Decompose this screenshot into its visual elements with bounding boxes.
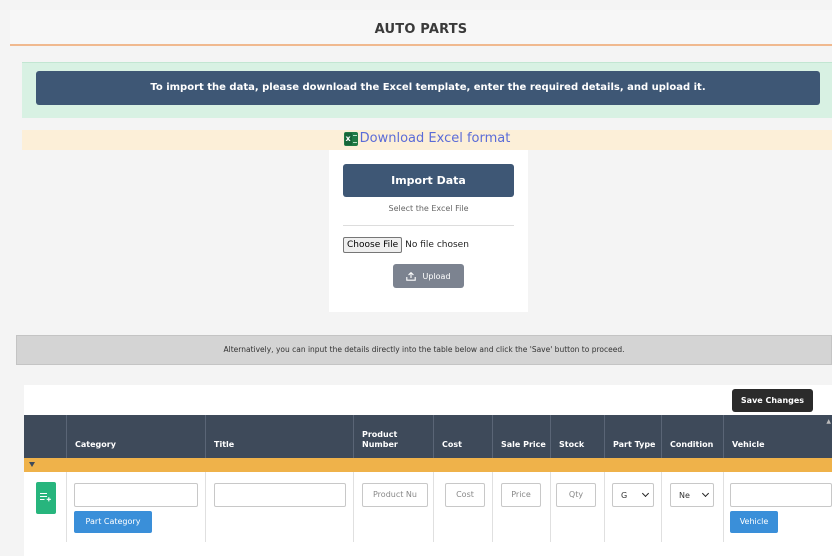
divider — [433, 472, 434, 542]
file-input[interactable]: Choose File No file chosen — [343, 237, 469, 253]
table-header: Category Title Product Number Cost Sale … — [24, 415, 832, 458]
download-bar: x Download Excel format — [22, 130, 832, 150]
part-type-select[interactable]: G — [612, 483, 654, 507]
divider — [343, 225, 514, 226]
list-add-icon — [40, 492, 51, 502]
chevron-down-icon — [701, 489, 710, 498]
condition-select[interactable]: Ne — [670, 483, 714, 507]
condition-value: Ne — [679, 490, 690, 500]
column-header-part-type[interactable]: Part Type — [604, 415, 661, 458]
add-row-button[interactable] — [36, 482, 56, 514]
divider — [550, 472, 551, 542]
import-data-button[interactable]: Import Data — [343, 164, 514, 197]
column-header-sale-price[interactable]: Sale Price — [492, 415, 550, 458]
column-header-condition[interactable]: Condition — [661, 415, 723, 458]
excel-icon: x — [343, 131, 358, 146]
save-changes-button[interactable]: Save Changes — [732, 389, 813, 412]
product-number-input[interactable]: Product Nu — [362, 483, 428, 507]
vehicle-button[interactable]: Vehicle — [730, 511, 778, 533]
expand-triangle-icon[interactable] — [29, 462, 35, 467]
divider — [205, 472, 206, 542]
title-input[interactable] — [214, 483, 346, 507]
info-message: To import the data, please download the … — [36, 71, 820, 105]
column-header-stock[interactable]: Stock — [550, 415, 604, 458]
choose-file-button[interactable]: Choose File — [343, 237, 403, 253]
import-card: Import Data Select the Excel File Choose… — [329, 150, 528, 312]
part-category-button[interactable]: Part Category — [74, 511, 152, 533]
divider — [661, 472, 662, 542]
download-excel-label: Download Excel format — [359, 131, 511, 146]
info-panel: To import the data, please download the … — [22, 62, 832, 118]
chevron-down-icon — [641, 489, 650, 498]
select-file-label: Select the Excel File — [388, 204, 469, 213]
column-header-cost[interactable]: Cost — [433, 415, 492, 458]
divider — [604, 472, 605, 542]
stock-input[interactable]: Qty — [556, 483, 596, 507]
divider — [723, 472, 724, 542]
download-excel-link[interactable]: x Download Excel format — [343, 131, 511, 146]
parts-table-card: Save Changes Category Title Product Numb… — [24, 385, 832, 556]
alternative-message: Alternatively, you can input the details… — [16, 335, 832, 365]
column-header-category[interactable]: Category — [66, 415, 205, 458]
column-header-vehicle[interactable]: Vehicle — [723, 415, 832, 458]
scroll-up-icon[interactable]: ▲ — [826, 418, 831, 425]
group-row[interactable] — [24, 458, 832, 472]
table-row: Part Category Product Nu Cost Price Qty … — [24, 472, 832, 542]
sale-price-input[interactable]: Price — [501, 483, 541, 507]
upload-button[interactable]: Upload — [393, 264, 464, 288]
page-title: AUTO PARTS — [374, 22, 468, 37]
divider — [492, 472, 493, 542]
file-status: No file chosen — [405, 240, 469, 250]
page-header: AUTO PARTS — [10, 10, 832, 46]
divider — [353, 472, 354, 542]
vehicle-input[interactable] — [730, 483, 832, 507]
cost-input[interactable]: Cost — [445, 483, 485, 507]
column-header-product-number[interactable]: Product Number — [353, 415, 433, 458]
part-type-value: G — [621, 490, 628, 500]
column-header-title[interactable]: Title — [205, 415, 353, 458]
category-input[interactable] — [74, 483, 198, 507]
divider — [66, 472, 67, 542]
upload-icon — [406, 271, 417, 281]
upload-label: Upload — [422, 271, 451, 281]
